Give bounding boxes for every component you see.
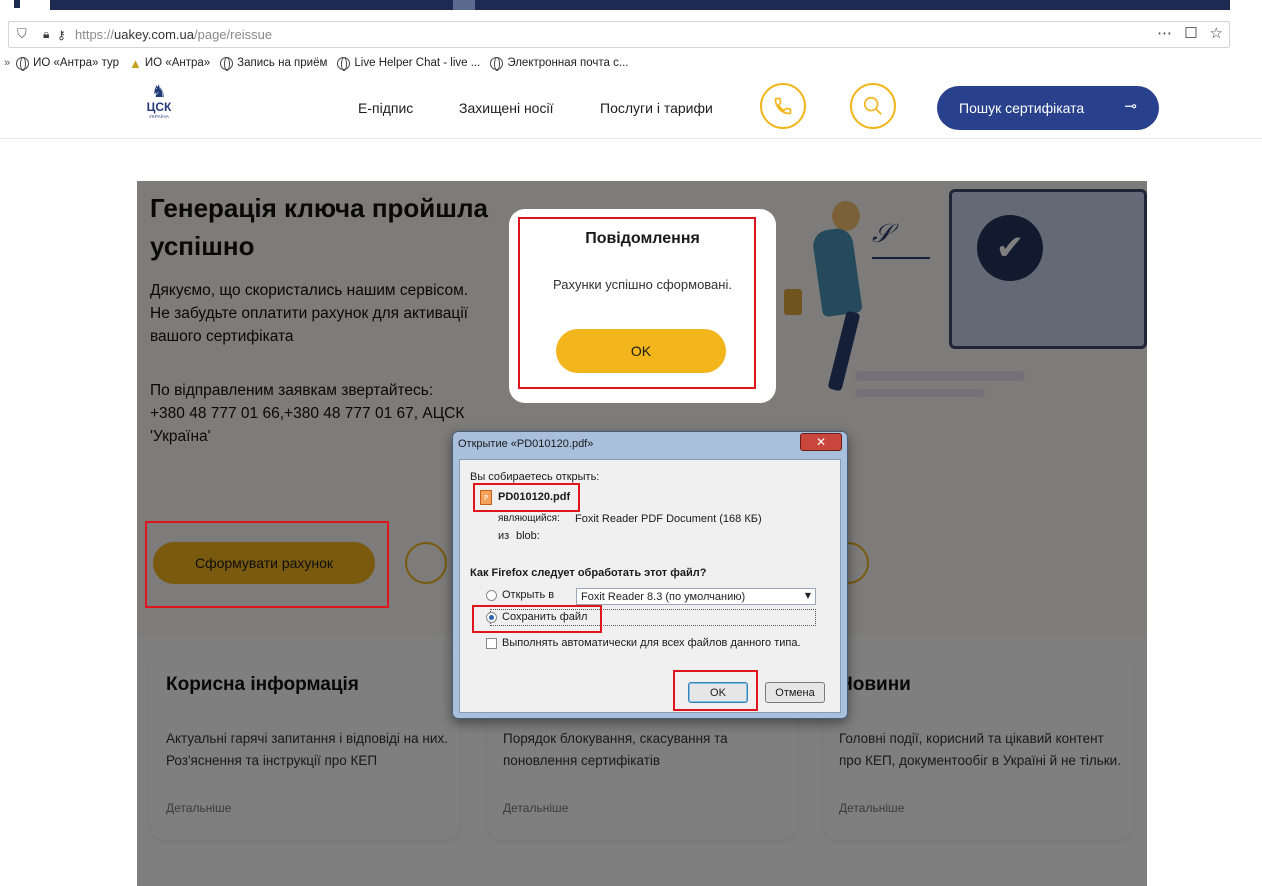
- key-icon[interactable]: ⚷: [57, 28, 71, 42]
- phone-button[interactable]: [760, 83, 806, 129]
- bookmarks-overflow-icon[interactable]: »: [4, 57, 10, 69]
- bookmark-label: ИО «Антра» тур: [33, 57, 120, 69]
- search-button[interactable]: [850, 83, 896, 129]
- auto-action-label: Выполнять автоматически для всех файлов …: [502, 637, 801, 649]
- dialog-intro: Вы собираетесь открыть:: [470, 471, 600, 483]
- annotation-ok-frame: [673, 670, 758, 711]
- bookmark-item[interactable]: ▲ ИО «Антра»: [129, 56, 210, 71]
- handling-question: Как Firefox следует обработать этот файл…: [470, 567, 707, 579]
- bookmark-item[interactable]: Live Helper Chat - live ...: [337, 56, 481, 71]
- bookmark-label: Live Helper Chat - live ...: [354, 57, 481, 69]
- bookmark-star-icon[interactable]: ☆: [1210, 24, 1223, 42]
- nav-secure-media[interactable]: Захищені носії: [459, 100, 553, 116]
- open-with-label: Открыть в: [502, 589, 555, 601]
- globe-icon: [220, 56, 234, 71]
- active-tab-indicator[interactable]: [453, 0, 475, 10]
- tab-strip: [0, 0, 1262, 13]
- open-with-select[interactable]: Foxit Reader 8.3 (по умолчанию) ▼: [576, 588, 816, 605]
- auto-action-checkbox[interactable]: [486, 638, 497, 649]
- bookmark-label: Запись на приём: [237, 57, 328, 69]
- page-actions-icon[interactable]: ⋯: [1157, 24, 1172, 42]
- logo-subtext: УКРАЇНА: [148, 114, 170, 119]
- download-dialog: Открытие «PD010120.pdf» ✕ Вы собираетесь…: [452, 431, 848, 719]
- nav-services-tariffs[interactable]: Послуги і тарифи: [600, 100, 713, 116]
- antra-logo-icon: ▲: [129, 55, 142, 71]
- bookmark-item[interactable]: Запись на приём: [220, 56, 328, 71]
- nav-e-signature[interactable]: Е-підпис: [358, 100, 413, 116]
- chevron-down-icon: ▼: [804, 591, 811, 600]
- key-icon: ⊸: [1124, 98, 1137, 115]
- url-scheme: https://: [75, 27, 115, 42]
- open-with-radio[interactable]: [486, 590, 497, 601]
- phone-icon: [774, 97, 792, 115]
- tracking-shield-icon[interactable]: ⛉: [17, 27, 37, 42]
- annotation-save-file-frame: [472, 605, 602, 633]
- tab-strip-bar[interactable]: [50, 0, 1230, 10]
- site-header: ♞ ЦСК УКРАЇНА Е-підпис Захищені носії По…: [0, 77, 1262, 139]
- dialog-cancel-button[interactable]: Отмена: [765, 682, 825, 703]
- bookmarks-toolbar: » ИО «Антра» тур ▲ ИО «Антра» Запись на п…: [0, 51, 1262, 75]
- search-certificate-button[interactable]: Пошук сертифіката ⊸: [937, 86, 1159, 130]
- search-icon: [863, 96, 882, 115]
- pocket-icon[interactable]: ☐: [1184, 24, 1197, 42]
- bookmark-label: ИО «Антра»: [144, 57, 211, 69]
- url-text[interactable]: https://uakey.com.ua/page/reissue: [75, 27, 272, 42]
- globe-icon: [337, 56, 351, 71]
- file-type-value: Foxit Reader PDF Document (168 КБ): [575, 513, 762, 525]
- horse-logo-icon: ♞: [151, 82, 167, 102]
- globe-icon: [490, 56, 504, 71]
- url-domain: uakey.com.ua: [114, 27, 194, 42]
- url-path: /page/reissue: [194, 27, 273, 42]
- site-logo[interactable]: ♞ ЦСК УКРАЇНА: [146, 83, 172, 129]
- tab-strip-edge: [14, 0, 20, 8]
- logo-text: ЦСК: [146, 100, 172, 114]
- annotation-modal-frame: [518, 217, 756, 389]
- url-bar[interactable]: ⛉ 🔒︎ ⚷ https://uakey.com.ua/page/reissue…: [8, 21, 1230, 48]
- dialog-titlebar[interactable]: Открытие «PD010120.pdf» ✕: [453, 432, 847, 458]
- close-icon[interactable]: ✕: [800, 433, 842, 451]
- open-with-value: Foxit Reader 8.3 (по умолчанию): [581, 591, 746, 603]
- bookmark-item[interactable]: Электронная почта с...: [490, 56, 629, 71]
- bookmark-label: Электронная почта с...: [507, 57, 629, 69]
- file-type-label: являющийся:: [498, 513, 560, 524]
- search-certificate-label: Пошук сертифіката: [959, 100, 1085, 116]
- lock-icon[interactable]: 🔒︎: [43, 27, 57, 42]
- annotation-filename-frame: [473, 483, 580, 512]
- dialog-title: Открытие «PD010120.pdf»: [458, 438, 594, 450]
- bookmark-item[interactable]: ИО «Антра» тур: [16, 56, 120, 71]
- file-source-value: blob:: [516, 530, 540, 542]
- annotation-invoice-frame: [145, 521, 389, 608]
- file-source-label: из: [498, 530, 510, 542]
- globe-icon: [16, 56, 30, 71]
